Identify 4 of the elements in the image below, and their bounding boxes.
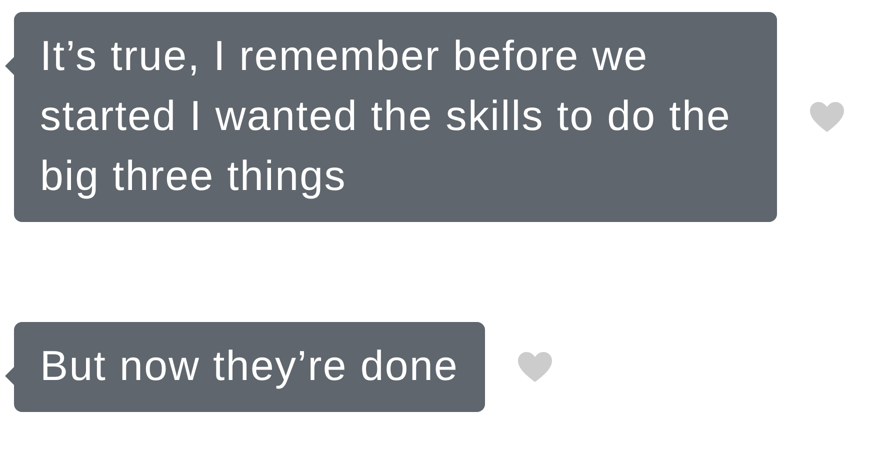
bubble-tail [5, 56, 15, 76]
heart-icon[interactable] [809, 101, 845, 133]
bubble-tail [5, 366, 15, 386]
heart-icon[interactable] [516, 351, 553, 383]
